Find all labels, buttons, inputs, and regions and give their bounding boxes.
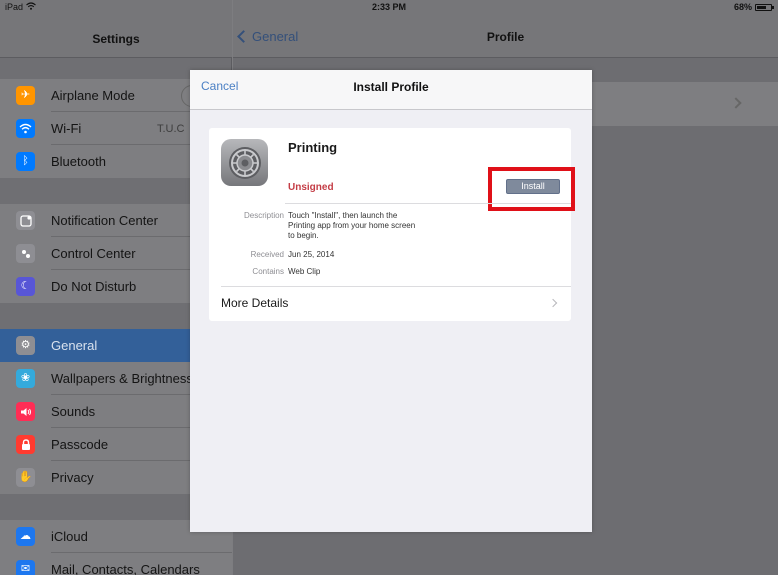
received-key: Received — [250, 250, 284, 259]
received-value: Jun 25, 2014 — [288, 250, 335, 259]
battery-icon — [755, 3, 774, 11]
contains-key: Contains — [252, 267, 284, 276]
speaker-icon — [16, 402, 35, 421]
contains-value: Web Clip — [288, 267, 321, 276]
sidebar-item-label: Wallpapers & Brightness — [51, 371, 193, 386]
chevron-right-icon[interactable] — [548, 298, 558, 308]
install-button-highlight: Install — [488, 167, 575, 211]
contains-row: Contains Web Clip — [209, 267, 418, 277]
sidebar-item-label: Notification Center — [51, 213, 158, 228]
sidebar-item-label: Passcode — [51, 437, 109, 452]
sidebar-item-label: Mail, Contacts, Calendars — [51, 562, 200, 575]
card-separator — [285, 203, 571, 204]
description-key: Description — [243, 211, 284, 220]
ipad-screen: Settings ✈ Airplane Mode Wi-Fi T.U.C ᛒ B… — [0, 0, 778, 575]
install-button[interactable]: Install — [506, 179, 560, 194]
dialog-header: Cancel Install Profile — [190, 70, 592, 110]
flower-icon: ❀ — [16, 369, 35, 388]
status-bar: iPad 2:33 PM 68% — [0, 0, 778, 14]
detail-title: Profile — [486, 30, 525, 44]
more-details-link[interactable]: More Details — [221, 296, 288, 310]
sidebar-item-label: Airplane Mode — [51, 88, 135, 103]
sidebar-item-label: Sounds — [51, 404, 96, 419]
profile-card: Printing Unsigned Install Description To… — [209, 128, 575, 321]
received-row: Received Jun 25, 2014 — [209, 250, 418, 260]
settings-title: Settings — [92, 32, 140, 46]
bluetooth-icon: ᛒ — [16, 152, 35, 171]
signature-status: Unsigned — [288, 182, 334, 193]
sidebar-item-label: Do Not Disturb — [51, 279, 137, 294]
sidebar-item-label: Control Center — [51, 246, 136, 261]
description-row: Description Touch "Install", then launch… — [209, 211, 418, 241]
control-center-icon — [16, 244, 35, 263]
airplane-icon: ✈ — [16, 86, 35, 105]
sidebar-item-label: Bluetooth — [51, 154, 106, 169]
lock-icon — [16, 435, 35, 454]
battery-percentage: 68% — [733, 2, 752, 12]
sidebar-item-label: Privacy — [51, 470, 94, 485]
sidebar-item-mail-contacts-calendars[interactable]: ✉ Mail, Contacts, Calendars — [0, 553, 232, 575]
hand-icon: ✋ — [16, 468, 35, 487]
description-value: Touch "Install", then launch the Printin… — [288, 211, 416, 240]
settings-gear-icon — [221, 139, 268, 186]
moon-icon: ☾ — [16, 277, 35, 296]
status-time: 2:33 PM — [371, 2, 406, 12]
sidebar-item-label: iCloud — [51, 529, 88, 544]
profile-name: Printing — [288, 140, 338, 155]
wifi-network-name: T.U.C — [157, 122, 185, 135]
gear-icon: ⚙ — [16, 336, 35, 355]
install-profile-dialog: Cancel Install Profile Printing Unsigned… — [190, 70, 592, 532]
chevron-right-icon — [730, 97, 742, 109]
sidebar-item-label: Wi-Fi — [51, 121, 82, 136]
cloud-icon: ☁ — [16, 527, 35, 546]
wifi-icon — [16, 119, 35, 138]
dialog-title: Install Profile — [353, 80, 429, 94]
card-separator — [221, 286, 571, 287]
notification-icon — [16, 211, 35, 230]
sidebar-item-label: General — [51, 338, 98, 353]
mail-icon: ✉ — [16, 560, 35, 575]
